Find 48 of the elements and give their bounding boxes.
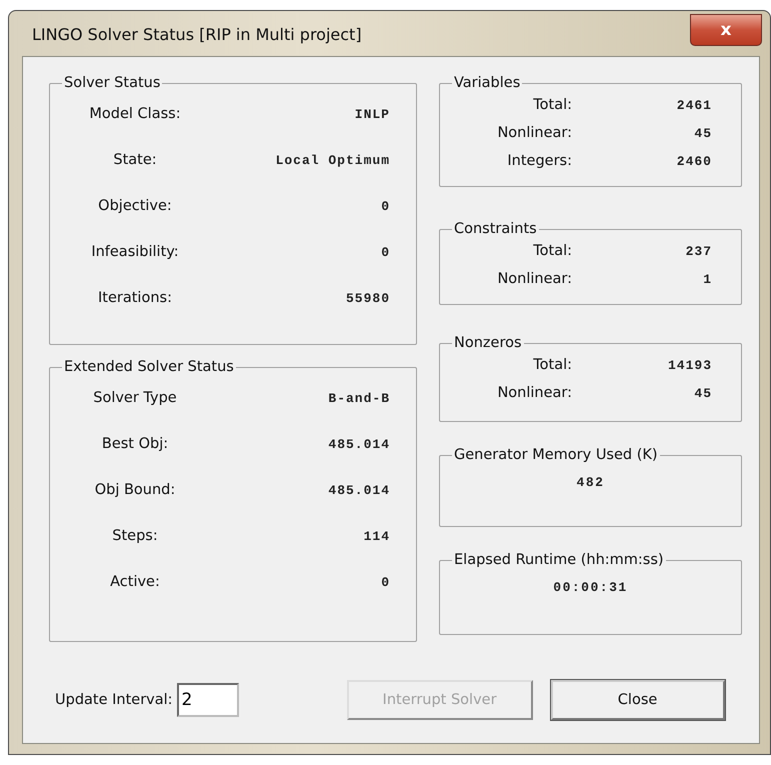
group-title: Constraints [453,221,538,237]
group-title: Elapsed Runtime (hh:mm:ss) [453,552,665,568]
field-label: Best Obj: [100,436,170,452]
field-value: B-and-B [327,390,390,406]
field-value: 485.014 [327,482,390,498]
field-label: Objective: [97,198,173,214]
group-title: Extended Solver Status [63,359,235,375]
close-dialog-button[interactable]: Close [550,680,725,720]
window-title: LINGO Solver Status [RIP in Multi project] [32,25,362,44]
field-label: Model Class: [88,106,182,122]
field-value: 00:00:31 [553,580,628,595]
field-value: 237 [684,244,712,258]
field-value: 0 [380,198,390,214]
group-title: Nonzeros [453,335,523,351]
field-label: State: [112,152,158,168]
group-title: Generator Memory Used (K) [453,447,659,463]
field-value: 2461 [676,98,712,112]
field-value: Local Optimum [274,152,390,168]
field-label: Total: [532,357,572,373]
field-value: 1 [702,272,712,286]
group-title: Variables [453,75,522,91]
field-label: Infeasibility: [90,244,180,260]
field-value: 114 [362,528,390,544]
field-label: Nonlinear: [496,125,572,141]
group-title: Solver Status [63,75,162,91]
field-label: Iterations: [97,290,173,306]
field-value: 485.014 [327,436,390,452]
field-label: Nonlinear: [496,271,572,287]
window-close-button[interactable]: x [690,14,762,46]
update-interval-label: Update Interval: [55,692,173,708]
field-value: 55980 [344,290,390,306]
field-label: Nonlinear: [496,385,572,401]
field-value: 14193 [666,358,712,372]
field-label: Integers: [506,153,572,169]
field-label: Obj Bound: [94,482,176,498]
field-value: 0 [380,244,390,260]
field-label: Total: [532,243,572,259]
field-value: 482 [576,475,604,490]
update-interval-field[interactable]: 2 [176,683,239,717]
field-value: 45 [693,126,712,140]
field-value: INLP [354,106,390,122]
field-label: Active: [109,574,161,590]
field-value: 2460 [676,154,712,168]
field-value: 45 [693,386,712,400]
field-value: 0 [380,574,390,590]
field-label: Total: [532,97,572,113]
field-label: Solver Type [92,390,178,406]
field-label: Steps: [111,528,159,544]
